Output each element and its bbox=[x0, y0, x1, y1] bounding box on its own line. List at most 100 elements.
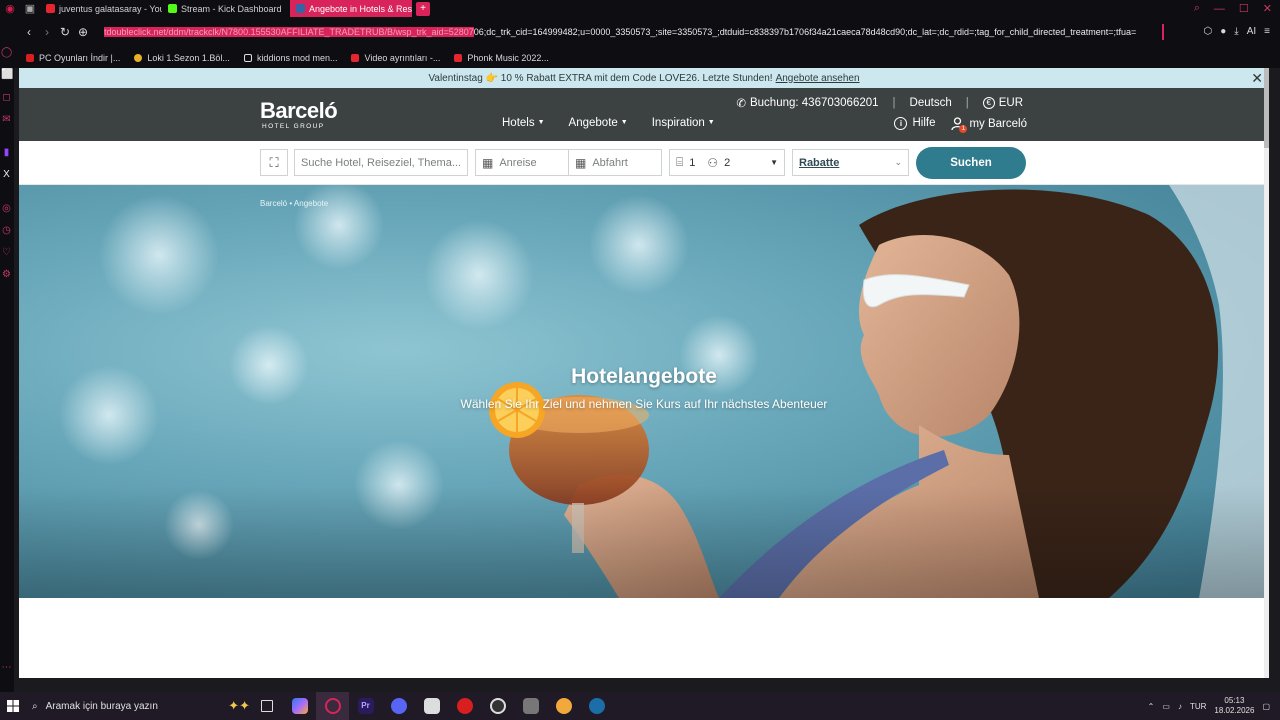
main-nav: Hotels ▼ Angebote ▼ Inspiration ▼ bbox=[502, 117, 715, 129]
opera-logo-icon[interactable]: ◉ bbox=[0, 0, 20, 17]
map-search-button[interactable]: ⛶ bbox=[260, 149, 288, 176]
volume-icon[interactable]: ♪ bbox=[1178, 702, 1182, 711]
windows-taskbar: ⌕ Aramak için buraya yazın ✦✦ Pr ⌃ ▭ ♪ T… bbox=[0, 692, 1280, 720]
site-info-icon[interactable]: ⊕ bbox=[74, 17, 92, 47]
nav-hotels[interactable]: Hotels ▼ bbox=[502, 117, 545, 129]
settings-icon[interactable]: ⚙ bbox=[1, 269, 12, 280]
bookmark-label: PC Oyunları İndir |... bbox=[39, 52, 121, 63]
help-link[interactable]: i Hilfe bbox=[894, 117, 935, 130]
destination-placeholder: Suche Hotel, Reiseziel, Thema... bbox=[301, 156, 461, 169]
extension-icons: ⬡ ● ⤓ AI ≡ bbox=[1204, 26, 1271, 37]
bookmarks-sidebar-icon[interactable]: ♡ bbox=[1, 247, 12, 258]
notification-badge: 1 bbox=[959, 125, 968, 133]
close-icon[interactable]: ✕ bbox=[1251, 70, 1263, 87]
barcelo-logo[interactable]: Barceló HOTEL GROUP bbox=[260, 100, 338, 131]
bookmark-label: Phonk Music 2022... bbox=[467, 52, 549, 63]
bookmark-item[interactable]: Phonk Music 2022... bbox=[454, 53, 549, 63]
promo-banner: Valentinstag 👉 10 % Rabatt EXTRA mit dem… bbox=[19, 68, 1269, 88]
forward-icon[interactable]: › bbox=[38, 17, 56, 47]
destination-input[interactable]: Suche Hotel, Reiseziel, Thema... bbox=[294, 149, 468, 176]
steam-icon[interactable] bbox=[580, 692, 613, 720]
tab-label: juventus galatasaray - You bbox=[59, 3, 162, 14]
youtube-icon bbox=[454, 53, 463, 62]
clock-date: 18.02.2026 bbox=[1214, 706, 1255, 715]
page-scrollbar[interactable] bbox=[1264, 68, 1269, 678]
account-link[interactable]: 1 my Barceló bbox=[951, 117, 1027, 133]
maximize-icon[interactable]: ☐ bbox=[1239, 2, 1249, 15]
new-tab-button[interactable]: + bbox=[416, 1, 430, 16]
download-icon[interactable]: ⤓ bbox=[1234, 26, 1238, 37]
url-selected-text: tdoubleclick.net/ddm/trackclk/N7800.1555… bbox=[104, 27, 474, 37]
game-app-icon[interactable] bbox=[448, 692, 481, 720]
history-icon[interactable]: ◷ bbox=[1, 225, 12, 236]
discord-icon[interactable] bbox=[382, 692, 415, 720]
page-title: Hotelangebote bbox=[571, 365, 717, 388]
messenger-icon[interactable]: ◯ bbox=[1, 47, 12, 58]
store-icon[interactable] bbox=[415, 692, 448, 720]
rate-select[interactable]: Rabatte ⌄ bbox=[792, 149, 909, 176]
tray-language[interactable]: TUR bbox=[1190, 702, 1206, 711]
tab-kick[interactable]: Stream - Kick Dashboard bbox=[162, 0, 290, 17]
search-button[interactable]: Suchen bbox=[916, 147, 1026, 179]
rooms-guests-selector[interactable]: ⌸ 1 ⚇ 2 ▼ bbox=[669, 149, 785, 176]
tab-label: Stream - Kick Dashboard bbox=[181, 3, 282, 14]
x-icon[interactable]: X bbox=[1, 169, 12, 180]
taskbar-search[interactable]: ⌕ Aramak için buraya yazın ✦✦ bbox=[32, 692, 250, 720]
close-window-icon[interactable]: ✕ bbox=[1263, 2, 1272, 15]
chevron-down-icon: ▼ bbox=[707, 119, 715, 127]
notification-icon[interactable]: ▢ bbox=[1262, 702, 1270, 711]
opera-taskbar-icon[interactable] bbox=[316, 692, 349, 720]
checkin-field[interactable]: ▦ Anreise bbox=[475, 149, 569, 176]
task-view-icon[interactable] bbox=[250, 692, 283, 720]
network-icon[interactable]: ▭ bbox=[1162, 702, 1170, 711]
chevron-down-icon: ▼ bbox=[620, 119, 628, 127]
hero-image bbox=[19, 185, 1269, 598]
player-icon[interactable]: ◎ bbox=[1, 203, 12, 214]
photo-app-icon[interactable] bbox=[514, 692, 547, 720]
tab-label: Angebote in Hotels & Reso bbox=[309, 3, 412, 14]
language-selector[interactable]: Deutsch bbox=[910, 97, 952, 109]
url-input[interactable]: tdoubleclick.net/ddm/trackclk/N7800.1555… bbox=[104, 25, 1164, 39]
breadcrumb[interactable]: Barceló • Angebote bbox=[260, 199, 328, 208]
clock[interactable]: 05:13 18.02.2026 bbox=[1214, 696, 1254, 716]
obs-icon[interactable] bbox=[481, 692, 514, 720]
twitch-icon[interactable]: ▮ bbox=[1, 147, 12, 158]
scrollbar-thumb[interactable] bbox=[1264, 68, 1269, 148]
tray-chevron-icon[interactable]: ⌃ bbox=[1148, 702, 1155, 711]
clock-time: 05:13 bbox=[1224, 696, 1245, 705]
shopping-icon[interactable]: ⬜ bbox=[1, 69, 13, 80]
back-icon[interactable]: ‹ bbox=[20, 17, 38, 47]
more-icon[interactable]: ⋯ bbox=[1, 662, 12, 673]
windows-start-icon[interactable] bbox=[4, 692, 22, 720]
page-subtitle: Wählen Sie Ihr Ziel und nehmen Sie Kurs … bbox=[460, 397, 828, 411]
search-icon: ⌕ bbox=[32, 700, 38, 712]
bookmark-item[interactable]: PC Oyunları İndir |... bbox=[26, 53, 120, 63]
nav-angebote[interactable]: Angebote ▼ bbox=[569, 117, 628, 129]
logo-subtitle: HOTEL GROUP bbox=[262, 123, 325, 130]
calendar-icon: ▦ bbox=[575, 155, 587, 170]
minimize-icon[interactable]: — bbox=[1214, 3, 1225, 15]
extensions-icon[interactable]: ⬡ bbox=[1204, 26, 1213, 37]
nav-inspiration[interactable]: Inspiration ▼ bbox=[652, 117, 715, 129]
bookmark-item[interactable]: Video ayrıntıları -... bbox=[351, 53, 440, 63]
bookmark-item[interactable]: Loki 1.Sezon 1.Böl... bbox=[134, 53, 230, 63]
burger-app-icon[interactable] bbox=[547, 692, 580, 720]
reload-icon[interactable]: ↻ bbox=[56, 17, 74, 47]
profile-icon[interactable]: ● bbox=[1220, 26, 1226, 37]
tab-barcelo[interactable]: Angebote in Hotels & Reso bbox=[290, 0, 412, 17]
workspace-icon[interactable]: ▣ bbox=[20, 0, 40, 17]
currency-selector[interactable]: EUR bbox=[999, 97, 1023, 109]
mail-icon[interactable]: ✉ bbox=[1, 114, 12, 125]
copilot-icon[interactable] bbox=[283, 692, 316, 720]
premiere-icon[interactable]: Pr bbox=[349, 692, 382, 720]
search-tabs-icon[interactable]: ⌕ bbox=[1194, 2, 1200, 15]
chat-icon[interactable]: ◻ bbox=[1, 92, 12, 103]
booking-phone[interactable]: Buchung: 436703066201 bbox=[750, 97, 879, 109]
menu-icon[interactable]: ≡ bbox=[1264, 26, 1270, 37]
aria-ai-icon[interactable]: AI bbox=[1247, 26, 1256, 37]
bookmark-item[interactable]: kiddions mod men... bbox=[243, 53, 337, 63]
tab-youtube[interactable]: juventus galatasaray - You bbox=[40, 0, 162, 17]
bed-icon: ⌸ bbox=[676, 155, 684, 169]
promo-link[interactable]: Angebote ansehen bbox=[776, 73, 860, 84]
checkout-field[interactable]: ▦ Abfahrt bbox=[568, 149, 662, 176]
